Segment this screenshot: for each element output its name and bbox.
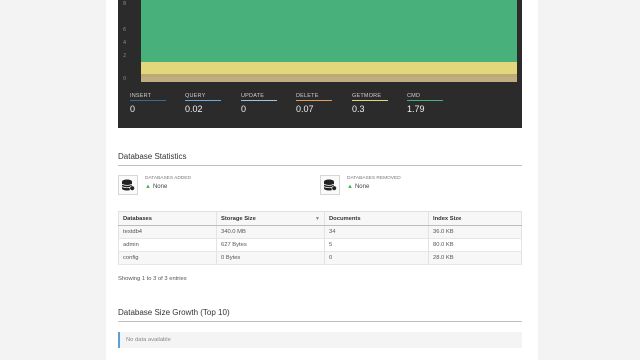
database-icon bbox=[118, 175, 138, 195]
table-entries-info: Showing 1 to 3 of 3 entries bbox=[118, 276, 187, 282]
databases-added-text: None bbox=[152, 184, 168, 190]
column-header-documents[interactable]: Documents bbox=[324, 211, 429, 226]
no-data-message: No data available bbox=[118, 332, 522, 348]
databases-removed-text: None bbox=[354, 184, 370, 190]
column-header-label: Storage Size bbox=[221, 215, 256, 222]
metric-label: QUERY bbox=[185, 93, 221, 101]
metric-value: 0.3 bbox=[352, 104, 365, 114]
operations-chart: 8 6 4 2 0 bbox=[118, 0, 522, 84]
metric-value: 0 bbox=[241, 104, 247, 114]
cell-storage-size: 0 Bytes bbox=[216, 251, 325, 265]
size-growth-title: Database Size Growth (Top 10) bbox=[118, 308, 522, 322]
metric-update: UPDATE 0 bbox=[241, 93, 277, 114]
databases-table: Databases Storage Size ▼ Documents Index … bbox=[118, 211, 522, 265]
cell-index-size: 36.0 KB bbox=[428, 225, 522, 239]
y-tick: 2 bbox=[123, 53, 127, 59]
column-header-storage-size[interactable]: Storage Size ▼ bbox=[216, 211, 325, 226]
metric-label: INSERT bbox=[130, 93, 166, 101]
column-header-databases[interactable]: Databases bbox=[118, 211, 217, 226]
cell-documents: 34 bbox=[324, 225, 429, 239]
cell-documents: 0 bbox=[324, 251, 429, 265]
metric-label: UPDATE bbox=[241, 93, 277, 101]
databases-added-label: DATABASES ADDED bbox=[145, 176, 191, 181]
databases-removed-stat: DATABASES REMOVED ▲ None bbox=[320, 175, 470, 197]
metric-value: 0.07 bbox=[296, 104, 314, 114]
metric-label: GETMORE bbox=[352, 93, 388, 101]
cell-database: admin bbox=[118, 238, 217, 252]
cell-documents: 5 bbox=[324, 238, 429, 252]
metric-value: 0.02 bbox=[185, 104, 203, 114]
cell-storage-size: 340.0 MB bbox=[216, 225, 325, 239]
database-statistics-title: Database Statistics bbox=[118, 152, 522, 166]
cell-index-size: 28.0 KB bbox=[428, 251, 522, 265]
warning-icon: ▲ bbox=[145, 184, 151, 190]
metric-cmd: CMD 1.79 bbox=[407, 93, 443, 114]
series-band-getmore bbox=[141, 62, 517, 74]
content-page: 8 6 4 2 0 INSERT 0 QUERY 0.02 UPDATE 0 D… bbox=[106, 0, 538, 360]
table-row: config 0 Bytes 0 28.0 KB bbox=[118, 251, 522, 265]
databases-added-stat: DATABASES ADDED ▲ None bbox=[118, 175, 268, 197]
metric-value: 0 bbox=[130, 104, 136, 114]
warning-icon: ▲ bbox=[347, 184, 353, 190]
databases-removed-label: DATABASES REMOVED bbox=[347, 176, 401, 181]
databases-removed-value: ▲ None bbox=[347, 184, 369, 190]
metric-label: CMD bbox=[407, 93, 443, 101]
y-tick: 4 bbox=[123, 40, 127, 46]
sort-desc-icon: ▼ bbox=[315, 216, 320, 222]
metric-getmore: GETMORE 0.3 bbox=[352, 93, 388, 114]
operations-chart-panel: 8 6 4 2 0 INSERT 0 QUERY 0.02 UPDATE 0 D… bbox=[118, 0, 522, 128]
table-row: testdb4 340.0 MB 34 36.0 KB bbox=[118, 225, 522, 239]
metric-label: DELETE bbox=[296, 93, 332, 101]
databases-added-value: ▲ None bbox=[145, 184, 167, 190]
cell-database: testdb4 bbox=[118, 225, 217, 239]
metric-value: 1.79 bbox=[407, 104, 425, 114]
y-tick: 6 bbox=[123, 27, 127, 33]
database-icon bbox=[320, 175, 340, 195]
metric-query: QUERY 0.02 bbox=[185, 93, 221, 114]
cell-database: config bbox=[118, 251, 217, 265]
cell-index-size: 80.0 KB bbox=[428, 238, 522, 252]
y-tick: 8 bbox=[123, 1, 127, 7]
table-row: admin 627 Bytes 5 80.0 KB bbox=[118, 238, 522, 252]
metrics-legend: INSERT 0 QUERY 0.02 UPDATE 0 DELETE 0.07… bbox=[130, 93, 460, 115]
table-header-row: Databases Storage Size ▼ Documents Index … bbox=[118, 211, 522, 226]
stacked-area-plot bbox=[141, 0, 517, 82]
column-header-index-size[interactable]: Index Size bbox=[428, 211, 522, 226]
metric-delete: DELETE 0.07 bbox=[296, 93, 332, 114]
metric-insert: INSERT 0 bbox=[130, 93, 166, 114]
cell-storage-size: 627 Bytes bbox=[216, 238, 325, 252]
y-tick: 0 bbox=[123, 76, 127, 82]
series-band-query bbox=[141, 77, 517, 82]
